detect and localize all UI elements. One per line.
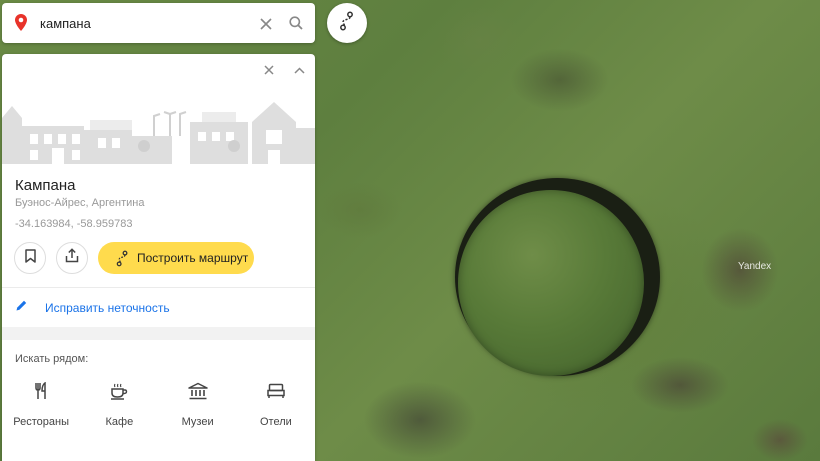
nearby-hotels[interactable]: Отели bbox=[237, 380, 315, 428]
nearby-cafe[interactable]: Кафе bbox=[80, 380, 158, 428]
map-watermark: Yandex bbox=[738, 261, 772, 272]
fork-knife-icon bbox=[34, 380, 48, 402]
bookmark-icon bbox=[24, 248, 36, 268]
nearby-museums[interactable]: Музеи bbox=[159, 380, 237, 428]
route-button[interactable] bbox=[327, 3, 367, 43]
city-illustration bbox=[2, 102, 315, 164]
bookmark-button[interactable] bbox=[14, 242, 46, 274]
nearby-title: Искать рядом: bbox=[15, 353, 89, 365]
museum-icon bbox=[187, 380, 208, 402]
coffee-cup-icon bbox=[110, 380, 128, 402]
build-route-button[interactable]: Построить маршрут bbox=[98, 242, 254, 274]
search-icon[interactable] bbox=[289, 16, 303, 35]
fix-inaccuracy-label: Исправить неточность bbox=[45, 301, 170, 315]
chevron-up-icon[interactable] bbox=[291, 62, 307, 78]
place-subtitle: Буэнос-Айрес, Аргентина bbox=[15, 197, 145, 209]
divider bbox=[2, 287, 315, 288]
place-card: Кампана Буэнос-Айрес, Аргентина -34.1639… bbox=[2, 54, 315, 461]
nearby-restaurants[interactable]: Рестораны bbox=[2, 380, 80, 428]
nearby-item-label: Кафе bbox=[105, 416, 134, 428]
place-coordinates[interactable]: -34.163984, -58.959783 bbox=[15, 218, 132, 230]
fix-inaccuracy-link[interactable]: Исправить неточность bbox=[15, 299, 170, 317]
close-icon[interactable] bbox=[261, 62, 277, 78]
nearby-item-label: Музеи bbox=[181, 416, 214, 428]
nearby-item-label: Отели bbox=[259, 416, 292, 428]
nearby-item-label: Рестораны bbox=[13, 416, 69, 428]
clear-icon[interactable] bbox=[260, 17, 272, 35]
circular-island bbox=[458, 190, 644, 376]
place-title: Кампана bbox=[15, 177, 76, 194]
location-pin-icon bbox=[15, 14, 27, 36]
search-bar bbox=[2, 3, 315, 43]
bed-icon bbox=[267, 380, 285, 402]
route-icon bbox=[338, 11, 356, 36]
share-button[interactable] bbox=[56, 242, 88, 274]
nearby-categories: Рестораны Кафе Музеи Отели bbox=[2, 380, 315, 428]
share-icon bbox=[65, 248, 79, 268]
search-input[interactable] bbox=[40, 13, 250, 33]
pencil-icon bbox=[15, 299, 28, 317]
route-icon bbox=[115, 250, 130, 267]
section-divider bbox=[2, 327, 315, 340]
build-route-label: Построить маршрут bbox=[137, 251, 249, 265]
